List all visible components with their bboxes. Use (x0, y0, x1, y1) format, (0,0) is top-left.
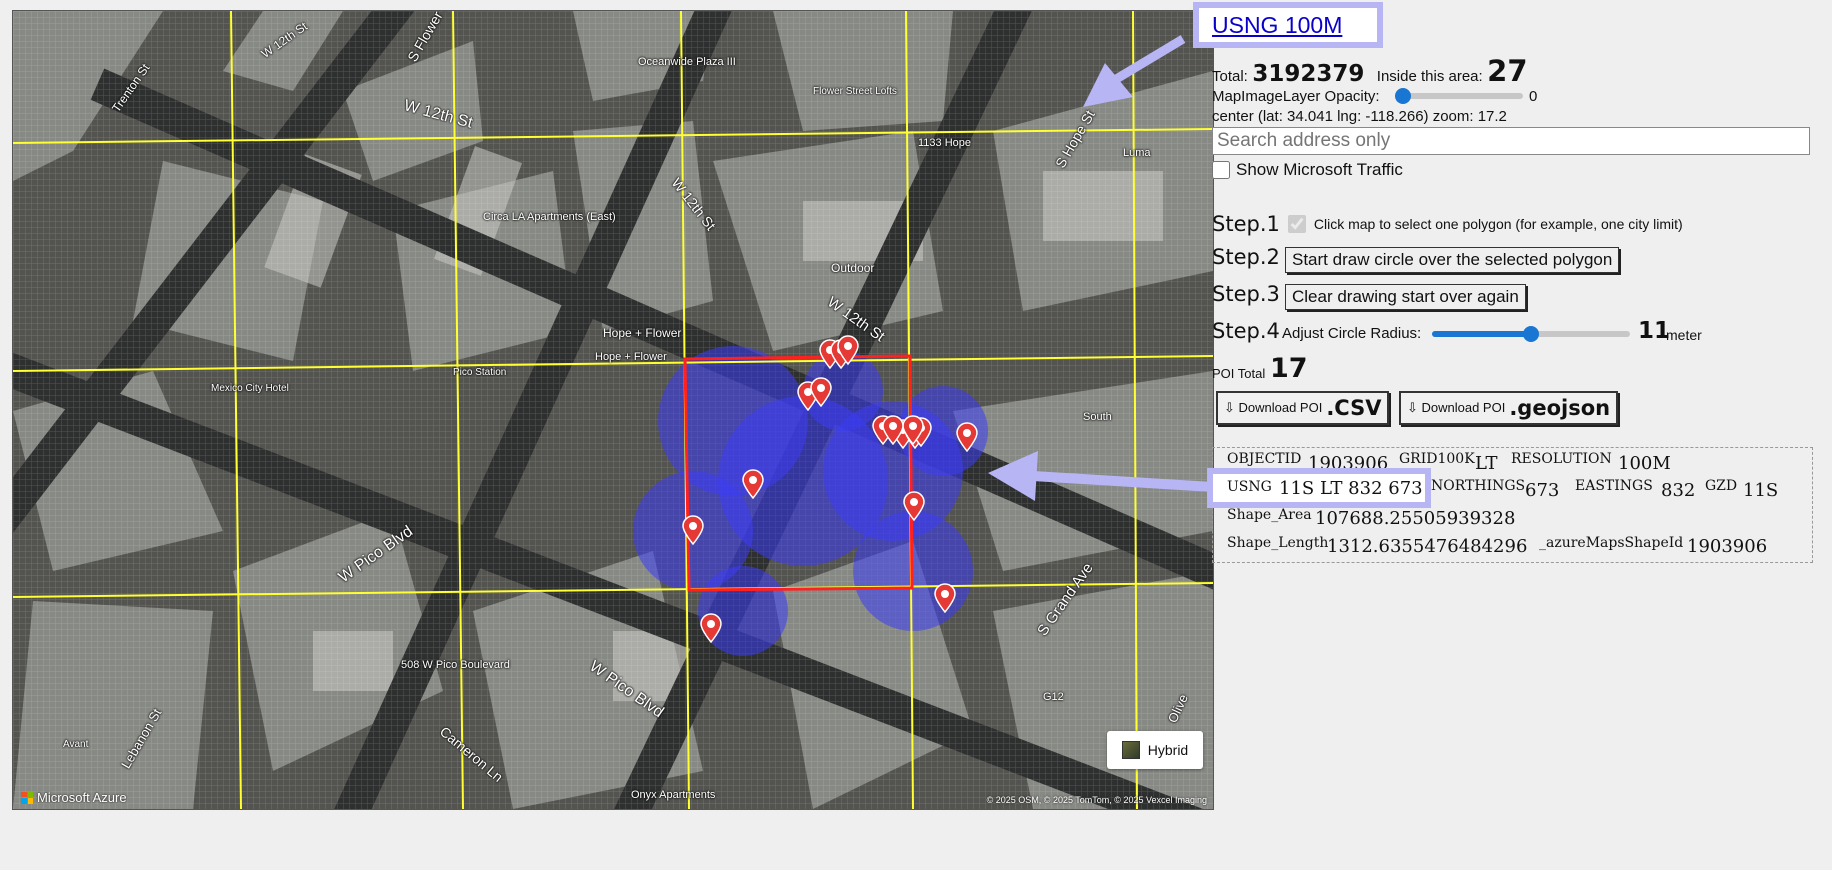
map-style-label: Hybrid (1147, 742, 1189, 758)
map-label: Mexico City Hotel (211, 383, 289, 394)
poi-marker-icon[interactable] (902, 415, 924, 445)
poi-total-label: POI Total (1212, 366, 1266, 381)
poi-marker-icon[interactable] (810, 377, 832, 407)
attr-key-resolution: RESOLUTION (1511, 451, 1612, 467)
map-label: Oceanwide Plaza III (638, 56, 736, 68)
radius-slider[interactable] (1432, 326, 1630, 342)
map-label: 508 W Pico Boulevard (401, 659, 510, 671)
start-draw-button[interactable]: Start draw circle over the selected poly… (1285, 247, 1620, 273)
attr-val-eastings: 832 (1661, 480, 1696, 501)
radius-slider-fill (1432, 331, 1531, 337)
step2-label: Step.2 (1212, 245, 1280, 269)
traffic-label: Show Microsoft Traffic (1236, 160, 1403, 179)
total-row: Total: 3192379 Inside this area: 27 (1212, 54, 1528, 88)
traffic-checkbox[interactable] (1212, 161, 1230, 179)
attr-key-objectid: OBJECTID (1227, 451, 1302, 467)
map-style-button[interactable]: Hybrid (1107, 731, 1203, 769)
poi-marker-icon[interactable] (837, 335, 859, 365)
radius-slider-knob[interactable] (1523, 326, 1539, 342)
attr-key-area: Shape_Area (1227, 507, 1312, 523)
step1-label: Step.1 (1212, 212, 1280, 236)
map-label: Outdoor (831, 261, 875, 275)
poi-marker-icon[interactable] (956, 422, 978, 452)
attr-val-gzd: 11S (1743, 480, 1779, 501)
attr-key-eastings: EASTINGS (1575, 478, 1653, 494)
poi-total-value: 17 (1270, 353, 1308, 384)
step1-text: Click map to select one polygon (for exa… (1313, 216, 1683, 232)
opacity-label: MapImageLayer Opacity: (1212, 88, 1380, 105)
clear-drawing-button[interactable]: Clear drawing start over again (1285, 284, 1526, 310)
download-geojson-button[interactable]: ⇩ Download POI .geojson (1399, 391, 1619, 425)
attr-val-length: 1312.6355476484296 (1327, 536, 1528, 557)
opacity-value: 0 (1529, 88, 1538, 105)
map-label: Flower Street Lofts (813, 86, 897, 97)
search-input[interactable] (1212, 127, 1810, 155)
poi-marker-icon[interactable] (700, 613, 722, 643)
step4-label: Step.4 (1212, 319, 1280, 343)
attr-val-usng: 11S LT 832 673 (1279, 478, 1423, 499)
attr-val-grid: LT (1475, 453, 1498, 474)
opacity-row: MapImageLayer Opacity: (1212, 88, 1380, 105)
map-label: Hope + Flower (603, 326, 682, 340)
attr-key-shapeid: _azureMapsShapeId (1539, 535, 1684, 551)
microsoft-logo-icon (21, 791, 33, 804)
layer-title-link[interactable]: USNG 100M (1212, 12, 1342, 39)
download-csv-label: ⇩ Download POI (1224, 400, 1323, 415)
attr-key-grid: GRID100K (1399, 451, 1475, 467)
map-label: Luma (1123, 147, 1151, 159)
opacity-slider-knob[interactable] (1395, 88, 1411, 104)
step1-row: Step.1 Click map to select one polygon (… (1212, 212, 1683, 236)
map-label: Hope + Flower (595, 351, 667, 363)
download-csv-ext: .CSV (1326, 396, 1382, 420)
map-label: South (1083, 411, 1112, 423)
microsoft-azure-logo: Microsoft Azure (21, 790, 127, 805)
total-value: 3192379 (1252, 61, 1365, 87)
copyright-text: © 2025 OSM, © 2025 TomTom, © 2025 Vexcel… (986, 795, 1207, 805)
map-label: Pico Station (453, 367, 507, 378)
map-label: Avant (63, 739, 89, 750)
map-canvas[interactable]: W 12th St W 12th St W 12th St W 12th St … (12, 10, 1214, 810)
map-label: Circa LA Apartments (East) (483, 211, 616, 223)
attr-key-northings: NORTHINGS (1431, 478, 1526, 494)
total-label: Total: (1212, 68, 1248, 85)
step3-label: Step.3 (1212, 282, 1280, 306)
poi-marker-icon[interactable] (934, 583, 956, 613)
poi-marker-icon[interactable] (882, 415, 904, 445)
step1-checkbox[interactable] (1287, 215, 1306, 233)
inside-value: 27 (1487, 54, 1528, 88)
attribution-text: Microsoft Azure (37, 790, 127, 805)
attr-val-shapeid: 1903906 (1687, 536, 1768, 557)
attr-val-resolution: 100M (1618, 453, 1671, 474)
attr-key-gzd: GZD (1705, 478, 1738, 494)
traffic-row: Show Microsoft Traffic (1212, 160, 1403, 180)
center-readout: center (lat: 34.041 lng: -118.266) zoom:… (1212, 108, 1507, 125)
map-label: 1133 Hope (918, 137, 972, 149)
poi-marker-icon[interactable] (682, 515, 704, 545)
opacity-slider[interactable] (1395, 88, 1523, 104)
attr-val-northings: 673 (1525, 480, 1560, 501)
attr-key-usng: USNG (1227, 479, 1272, 495)
download-csv-button[interactable]: ⇩ Download POI .CSV (1216, 391, 1390, 425)
attr-key-length: Shape_Length (1227, 535, 1329, 551)
poi-marker-icon[interactable] (903, 491, 925, 521)
attr-val-area: 107688.25505939328 (1315, 508, 1516, 529)
map-label: G12 (1043, 691, 1064, 703)
radius-unit: meter (1666, 327, 1702, 343)
step4-text: Adjust Circle Radius: (1282, 325, 1422, 342)
map-label: Onyx Apartments (631, 789, 716, 801)
poi-marker-icon[interactable] (742, 469, 764, 499)
inside-label: Inside this area: (1376, 68, 1483, 85)
hybrid-thumbnail-icon (1121, 741, 1140, 759)
download-geojson-ext: .geojson (1509, 396, 1611, 420)
feature-attributes: OBJECTID 1903906 GRID100K LT RESOLUTION … (1207, 447, 1813, 563)
download-geojson-label: ⇩ Download POI (1407, 400, 1506, 415)
